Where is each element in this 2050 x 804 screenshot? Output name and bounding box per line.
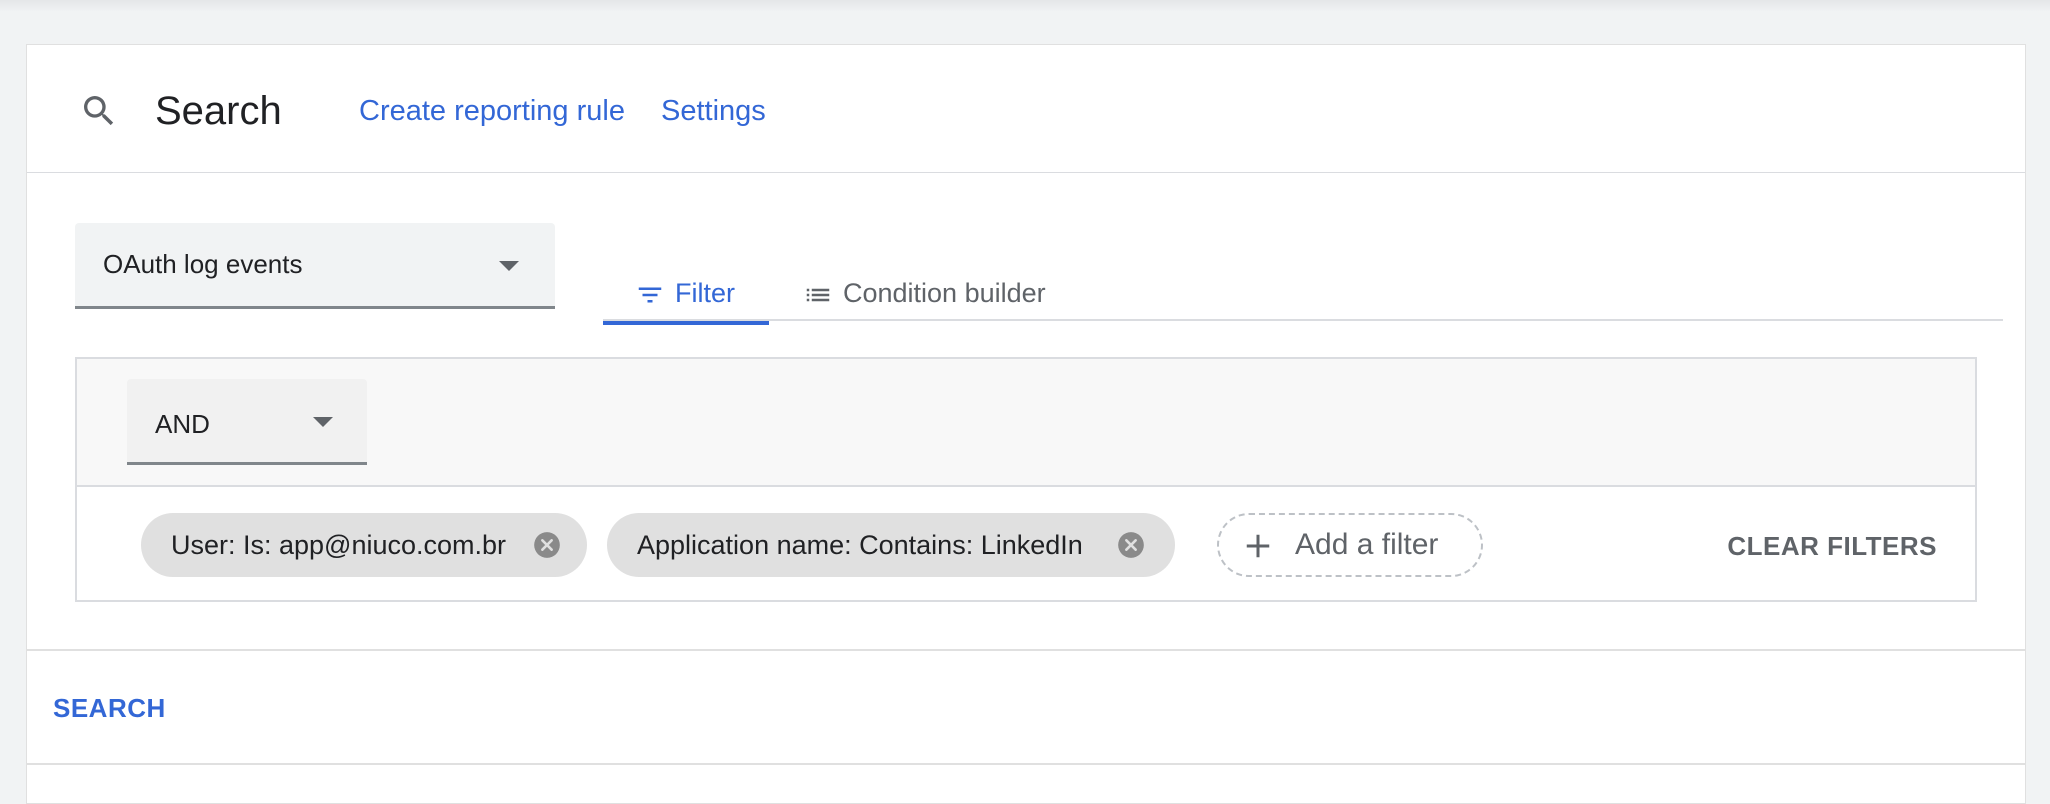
tab-filter-label: Filter: [675, 278, 735, 308]
remove-circle-icon[interactable]: [533, 531, 561, 559]
create-reporting-rule-link[interactable]: Create reporting rule: [359, 93, 625, 129]
operator-value: AND: [155, 409, 210, 439]
filter-chip-label: User: Is: app@niuco.com.br: [171, 530, 507, 560]
filter-chip-user[interactable]: User: Is: app@niuco.com.br: [141, 513, 587, 577]
tab-filter[interactable]: Filter: [603, 265, 769, 325]
remove-circle-icon[interactable]: [1117, 531, 1145, 559]
section-divider: [27, 649, 2025, 651]
filter-icon: [638, 287, 662, 303]
search-button[interactable]: SEARCH: [53, 693, 166, 724]
log-source-dropdown[interactable]: OAuth log events: [75, 223, 555, 309]
list-icon: [806, 288, 830, 302]
tab-condition-builder-label: Condition builder: [843, 278, 1046, 308]
filter-chip-label: Application name: Contains: LinkedIn: [637, 530, 1083, 560]
caret-down-icon: [499, 261, 519, 271]
tab-condition-builder[interactable]: Condition builder: [803, 265, 1046, 321]
settings-link[interactable]: Settings: [661, 93, 766, 129]
caret-down-icon: [313, 417, 333, 427]
top-bar-shadow: [0, 0, 2050, 12]
operator-area: AND: [77, 359, 1975, 487]
search-mode-tabs: Filter Condition builder: [603, 265, 2003, 325]
page-title: Search: [155, 89, 282, 133]
add-filter-label: Add a filter: [1295, 528, 1439, 561]
section-divider: [27, 763, 2025, 765]
clear-filters-button[interactable]: CLEAR FILTERS: [1727, 531, 1937, 562]
add-filter-button[interactable]: Add a filter: [1217, 513, 1483, 577]
filter-panel: AND User: Is: app@niuco.com.br Applicati…: [75, 357, 1977, 602]
operator-dropdown[interactable]: AND: [127, 379, 367, 465]
plus-icon: [1246, 534, 1270, 558]
search-header: Search Create reporting rule Settings: [27, 45, 2025, 173]
search-icon: [84, 96, 114, 126]
filter-chip-application[interactable]: Application name: Contains: LinkedIn: [607, 513, 1175, 577]
log-source-value: OAuth log events: [103, 249, 303, 279]
search-card: Search Create reporting rule Settings OA…: [26, 44, 2026, 804]
